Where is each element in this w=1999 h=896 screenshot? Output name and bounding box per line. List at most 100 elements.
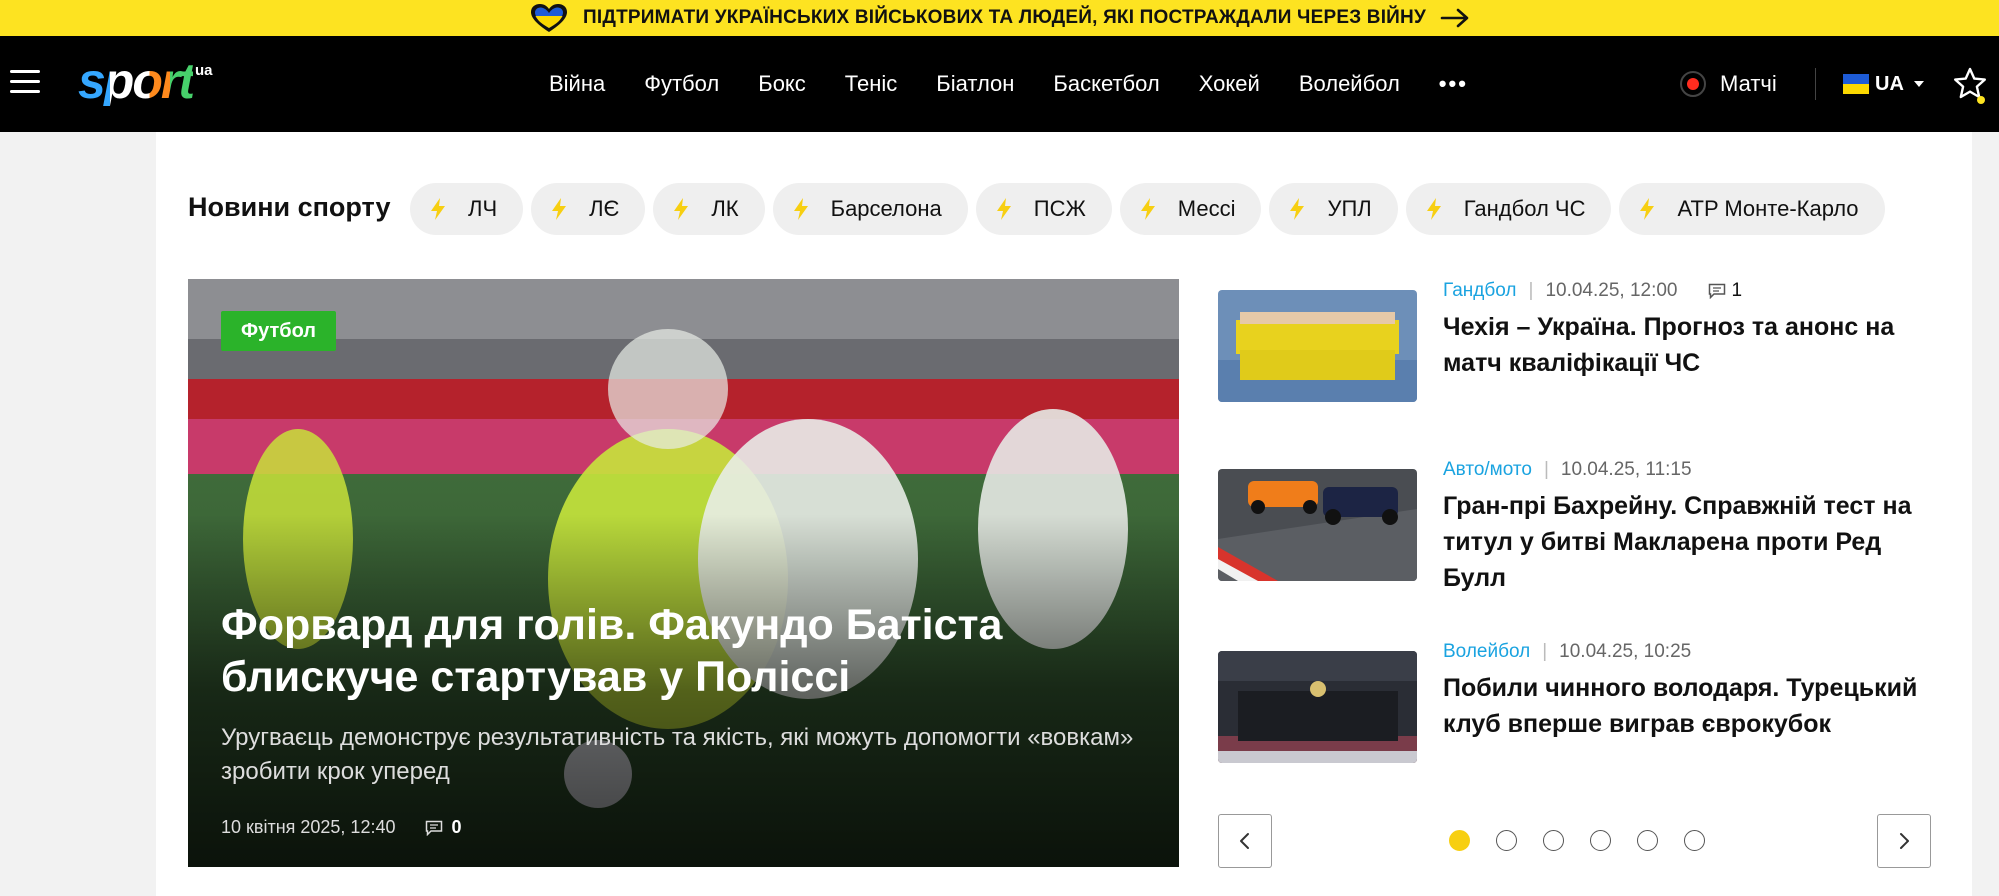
tag-label: УПЛ	[1327, 196, 1372, 221]
lightning-icon	[1290, 198, 1305, 220]
slider-dot[interactable]	[1590, 830, 1611, 851]
chevron-down-icon	[1913, 81, 1924, 87]
news-meta: Волейбол | 10.04.25, 10:25	[1443, 640, 1691, 664]
tag-item[interactable]: ЛЧ	[410, 183, 524, 235]
slider-prev-button[interactable]	[1218, 814, 1272, 868]
news-meta: Авто/мото | 10.04.25, 11:15	[1443, 458, 1692, 482]
meta-separator: |	[1528, 280, 1534, 301]
support-banner[interactable]: ПІДТРИМАТИ УКРАЇНСЬКИХ ВІЙСЬКОВИХ ТА ЛЮД…	[0, 0, 1999, 36]
lightning-icon	[674, 198, 689, 220]
lightning-icon	[431, 198, 445, 220]
lightning-icon	[1640, 198, 1655, 220]
slider-dot[interactable]	[1543, 830, 1564, 851]
f1-cars-image	[1218, 469, 1417, 581]
tag-item[interactable]: ATP Монте-Карло	[1619, 183, 1885, 235]
chevron-right-icon	[1900, 833, 1909, 849]
volleyball-celebration-image	[1218, 651, 1417, 763]
hero-lead: Уругваєць демонструє результативність та…	[221, 724, 1134, 785]
tag-label: Мессі	[1177, 196, 1236, 221]
news-thumbnail[interactable]	[1218, 651, 1417, 763]
ukraine-flag-icon	[1843, 74, 1869, 94]
nav-item-basketball[interactable]: Баскетбол	[1053, 71, 1159, 97]
language-selector[interactable]: UA	[1843, 36, 1924, 132]
nav-item-biathlon[interactable]: Біатлон	[936, 71, 1014, 97]
meta-separator: |	[1543, 459, 1549, 480]
tag-list: ЛЧ ЛЄ ЛК Барселона ПСЖ Мессі УПЛ Гандбол…	[410, 183, 1885, 235]
heart-icon	[531, 4, 568, 32]
hero-category-badge[interactable]: Футбол	[221, 311, 337, 351]
news-category[interactable]: Волейбол	[1443, 641, 1530, 663]
handball-team-image	[1218, 290, 1417, 402]
slider-dot[interactable]	[1684, 830, 1705, 851]
news-title[interactable]: Гран-прі Бахрейну. Справжній тест на тит…	[1443, 488, 1943, 596]
tag-item[interactable]: Гандбол ЧС	[1405, 183, 1612, 235]
news-time: 10.04.25, 10:25	[1559, 641, 1692, 662]
news-time: 10.04.25, 12:00	[1545, 280, 1678, 301]
news-item[interactable]: Авто/мото | 10.04.25, 11:15 Гран-прі Бах…	[1218, 458, 1938, 608]
news-item[interactable]: Волейбол | 10.04.25, 10:25 Побили чинног…	[1218, 640, 1938, 790]
tag-item[interactable]: ЛК	[653, 183, 765, 235]
slider-next-button[interactable]	[1877, 814, 1931, 868]
site-logo[interactable]: sport ua	[78, 56, 213, 106]
matches-link[interactable]: Матчі	[1680, 36, 1777, 132]
slider-dot[interactable]	[1637, 830, 1658, 851]
nav-item-war[interactable]: Війна	[549, 71, 605, 97]
nav-item-football[interactable]: Футбол	[644, 71, 719, 97]
tag-item[interactable]: ПСЖ	[975, 183, 1112, 235]
hero-meta: 10 квітня 2025, 12:40 0	[221, 817, 462, 838]
logo-main: sport	[78, 53, 195, 109]
tag-label: ATP Монте-Карло	[1677, 196, 1859, 221]
nav-more-button[interactable]: •••	[1439, 71, 1468, 97]
main-nav: Війна Футбол Бокс Теніс Біатлон Баскетбо…	[549, 36, 1468, 132]
tag-label: ЛЄ	[589, 196, 620, 221]
tag-label: ЛЧ	[468, 196, 498, 221]
site-header: sport ua Війна Футбол Бокс Теніс Біатлон…	[0, 36, 1999, 132]
lightning-icon	[996, 198, 1011, 220]
notification-dot	[1977, 96, 1985, 104]
tag-label: ПСЖ	[1033, 196, 1086, 221]
news-comments-count: 1	[1731, 280, 1743, 301]
hero-date: 10 квітня 2025, 12:40	[221, 817, 396, 837]
news-category[interactable]: Гандбол	[1443, 280, 1517, 302]
live-icon	[1680, 71, 1706, 97]
chevron-left-icon	[1240, 833, 1249, 849]
hero-article[interactable]: Футбол Форвард для голів. Факундо Батіст…	[188, 279, 1179, 867]
lightning-icon	[552, 198, 567, 220]
matches-label: Матчі	[1720, 71, 1777, 96]
tag-item[interactable]: Мессі	[1119, 183, 1262, 235]
news-comments[interactable]: 1	[1708, 280, 1743, 302]
tag-label: Барселона	[830, 196, 942, 221]
comment-icon	[1708, 283, 1725, 299]
slider-dot[interactable]	[1449, 830, 1470, 851]
news-item[interactable]: Гандбол | 10.04.25, 12:00 1 Чехія – Укра…	[1218, 279, 1938, 429]
news-category[interactable]: Авто/мото	[1443, 459, 1532, 481]
nav-item-volleyball[interactable]: Волейбол	[1299, 71, 1400, 97]
language-label: UA	[1875, 72, 1904, 95]
banner-text[interactable]: ПІДТРИМАТИ УКРАЇНСЬКИХ ВІЙСЬКОВИХ ТА ЛЮД…	[583, 7, 1426, 29]
comment-icon	[426, 820, 443, 836]
section-title: Новини спорту	[188, 192, 391, 222]
tag-item[interactable]: Барселона	[772, 183, 968, 235]
hero-comments[interactable]: 0	[425, 817, 462, 838]
header-divider	[1815, 68, 1816, 100]
nav-item-hockey[interactable]: Хокей	[1199, 71, 1260, 97]
news-thumbnail[interactable]	[1218, 290, 1417, 402]
lightning-icon	[793, 198, 808, 220]
news-title[interactable]: Побили чинного володаря. Турецький клуб …	[1443, 670, 1943, 742]
tag-label: Гандбол ЧС	[1463, 196, 1586, 221]
nav-item-tennis[interactable]: Теніс	[845, 71, 897, 97]
slider-dot[interactable]	[1496, 830, 1517, 851]
news-title[interactable]: Чехія – Україна. Прогноз та анонс на мат…	[1443, 309, 1943, 381]
news-thumbnail[interactable]	[1218, 469, 1417, 581]
news-meta: Гандбол | 10.04.25, 12:00 1	[1443, 279, 1742, 303]
nav-item-boxing[interactable]: Бокс	[758, 71, 806, 97]
hero-title[interactable]: Форвард для голів. Факундо Батіста блиск…	[221, 599, 1081, 703]
tag-item[interactable]: ЛЄ	[531, 183, 646, 235]
menu-icon[interactable]	[10, 70, 40, 94]
tag-item[interactable]: УПЛ	[1269, 183, 1398, 235]
slider-dots	[1449, 830, 1705, 851]
logo-suffix: ua	[195, 62, 213, 79]
tag-label: ЛК	[711, 196, 739, 221]
news-time: 10.04.25, 11:15	[1560, 459, 1692, 480]
lightning-icon	[1140, 198, 1155, 220]
